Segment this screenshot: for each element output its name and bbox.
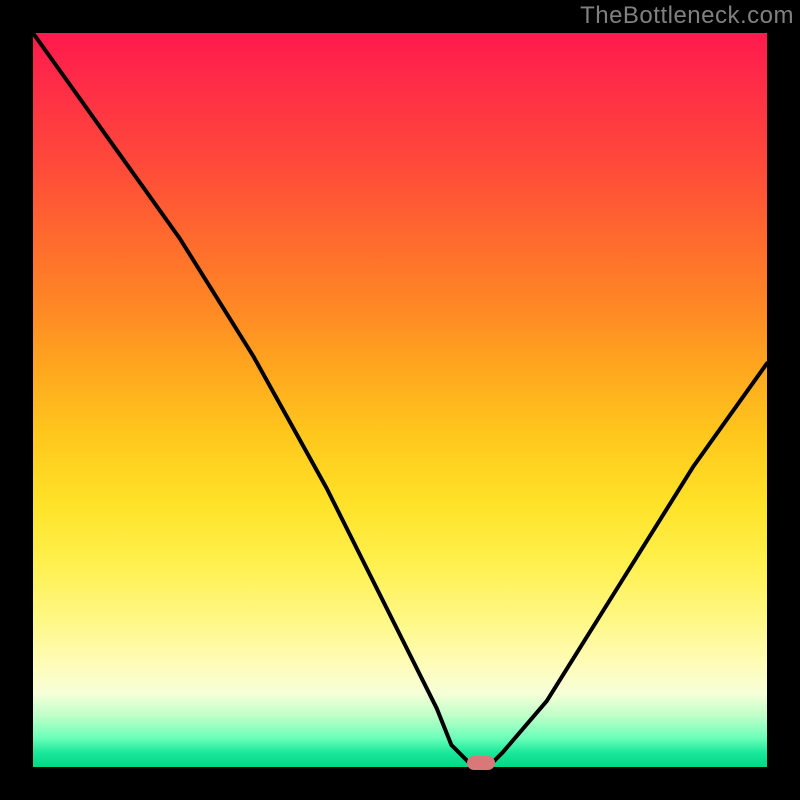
chart-frame: TheBottleneck.com: [0, 0, 800, 800]
optimal-point-marker: [467, 756, 495, 770]
watermark-text: TheBottleneck.com: [580, 2, 794, 30]
bottleneck-curve: [33, 33, 767, 767]
plot-area: [33, 33, 767, 767]
curve-path: [33, 33, 767, 767]
